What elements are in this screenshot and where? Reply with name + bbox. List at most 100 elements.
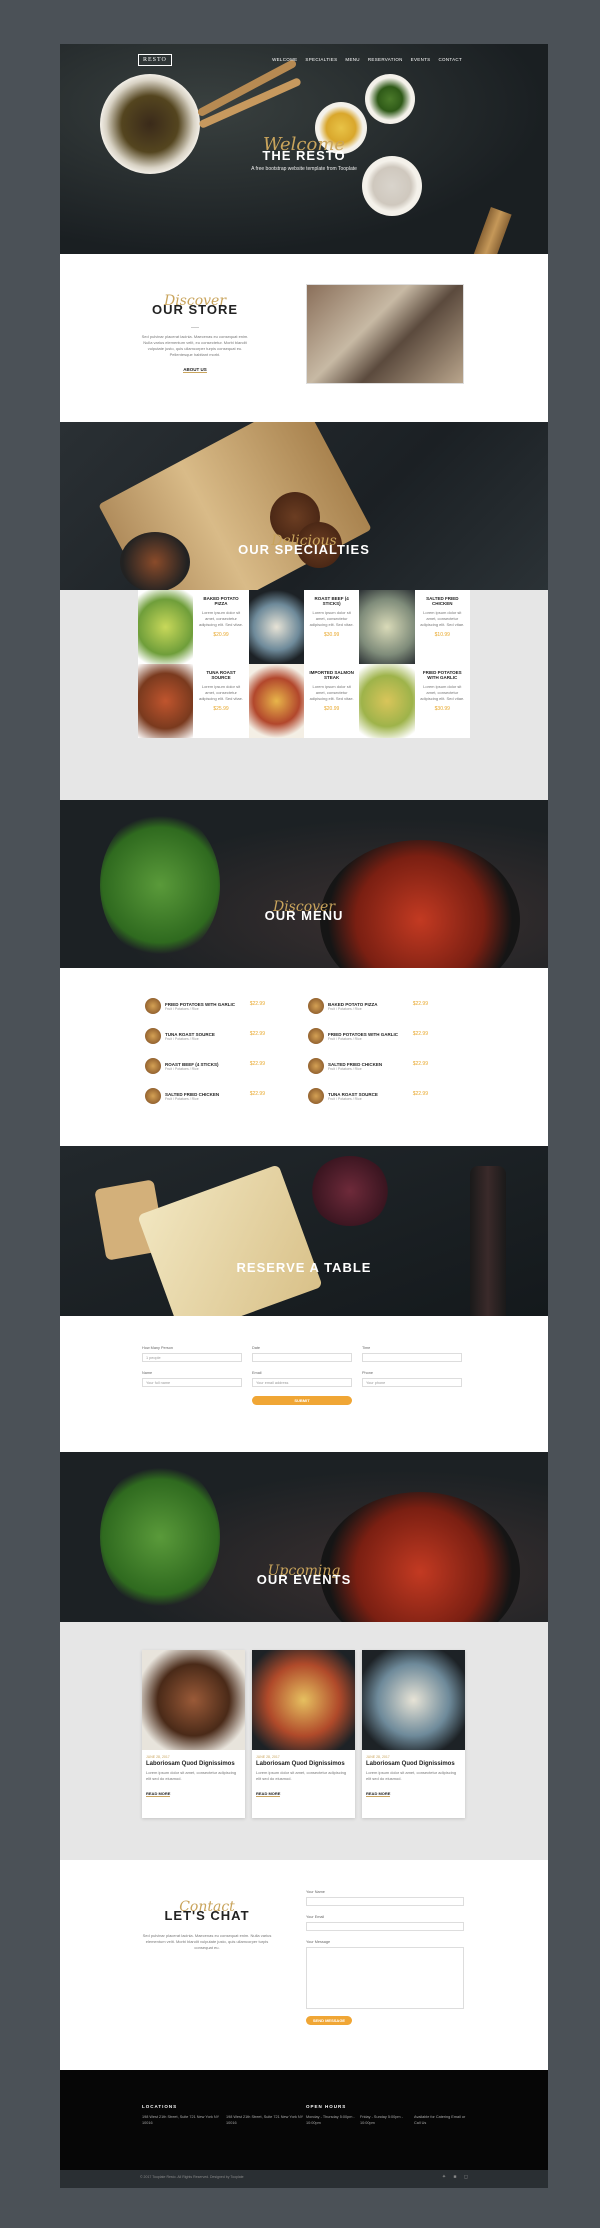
event-photo [142,1650,245,1750]
hero-section: RESTO WELCOME SPECIALTIES MENU RESERVATI… [60,44,548,254]
read-more-link[interactable]: READ MORE [146,1791,171,1797]
hours-weekday: Monday - Thursday 5:00pm - 10:00pm [306,2115,355,2126]
event-card: JUNE 28, 2017 Laboriosam Quod Dignissimo… [252,1650,355,1818]
specialties-heading: Delicious OUR SPECIALTIES [180,534,428,557]
menu-thumb [308,1028,324,1044]
time-input[interactable] [362,1353,462,1362]
twitter-icon[interactable]: ✦ [442,2174,446,2180]
menu-item-price: $22.99 [412,1091,428,1097]
menu-item-sub: Fruit / Potatoes / Rice [328,1036,362,1041]
contact-intro: Contact LET'S CHAT Sed pulvinar placerat… [142,1900,272,1951]
specialty-card: IMPORTED SALMON STEAK Lorem ipsum dolor s… [303,664,360,738]
contact-email-input[interactable] [306,1922,464,1931]
reserve-hero: RESERVE A TABLE [60,1146,548,1316]
store-text: Sed pulvinar placerat lacinia. Maecenas … [141,334,249,357]
footer: LOCATIONS 198 West 21th Street, Suite 72… [60,2070,548,2170]
pepper-grinder [470,207,512,254]
menu-item-sub: Fruit / Potatoes / Rice [165,1006,199,1011]
phone-input[interactable]: Your phone [362,1378,462,1387]
date-input[interactable] [252,1353,352,1362]
contact-email-label: Your Email [306,1915,325,1919]
nav-item-menu[interactable]: MENU [345,57,359,62]
contact-section: Contact LET'S CHAT Sed pulvinar placerat… [60,1860,548,2070]
name-label: Name [142,1371,153,1375]
event-text: Lorem ipsum dolor sit amet, consectetur … [146,1770,237,1781]
contact-name-input[interactable] [306,1897,464,1906]
store-title: OUR STORE [151,302,239,317]
specialty-desc: Lorem ipsum dolor sit amet, consectetur … [198,610,243,627]
menu-item-price: $22.99 [249,1031,265,1037]
event-title: Laboriosam Quod Dignissimos [146,1761,235,1767]
specialty-name: IMPORTED SALMON STEAK [309,670,354,680]
menu-thumb [145,1028,161,1044]
read-more-link[interactable]: READ MORE [366,1791,391,1797]
nav-item-specialties[interactable]: SPECIALTIES [305,57,337,62]
phone-label: Phone [362,1371,373,1375]
menu-item-price: $22.99 [412,1001,428,1007]
hero-subtitle: A free bootstrap website template from T… [251,166,357,172]
event-card: JUNE 28, 2017 Laboriosam Quod Dignissimo… [142,1650,245,1818]
specialty-price: $10.99 [434,632,450,638]
page-frame: RESTO WELCOME SPECIALTIES MENU RESERVATI… [60,44,548,2188]
menu-thumb [308,1088,324,1104]
about-us-link[interactable]: ABOUT US [183,367,207,373]
specialty-price: $30.99 [324,632,340,638]
specialty-price: $20.99 [213,632,229,638]
event-photo [362,1650,465,1750]
menu-item-name: FRIED POTATOES WITH GARLIC [165,1001,235,1007]
nav-item-reservation[interactable]: RESERVATION [368,57,403,62]
specialties-grid: BAKED POTATO PIZZA Lorem ipsum dolor sit … [138,590,470,738]
menu-item: SALTED FRIED CHICKEN Fruit / Potatoes / R… [308,1058,428,1074]
navbar: RESTO WELCOME SPECIALTIES MENU RESERVATI… [60,54,548,70]
food-photo [359,664,415,738]
facebook-icon[interactable]: ■ [453,2174,456,2180]
contact-text: Sed pulvinar placerat lacinia. Maecenas … [142,1933,272,1950]
specialty-name: TUNA ROAST SOURCE [206,670,236,680]
specialty-desc: Lorem ipsum dolor sit amet, consectetur … [309,684,354,701]
menu-item-name: SALTED FRIED CHICKEN [328,1061,383,1067]
menu-thumb [308,998,324,1014]
menu-item-name: BAKED POTATO PIZZA [328,1001,378,1007]
date-label: Date [252,1346,261,1350]
specialty-card: BAKED POTATO PIZZA Lorem ipsum dolor sit … [193,590,249,664]
contact-message-textarea[interactable] [306,1947,464,2009]
food-photo [248,664,304,738]
event-card: JUNE 28, 2017 Laboriosam Quod Dignissimo… [362,1650,465,1818]
submit-button[interactable]: SUBMIT [252,1396,352,1405]
event-date: JUNE 28, 2017 [146,1755,170,1759]
site-logo[interactable]: RESTO [138,54,172,66]
send-message-button[interactable]: SEND MESSAGE [306,2016,352,2025]
name-input[interactable]: Your full name [142,1378,242,1387]
hours-title: OPEN HOURS [306,2104,347,2109]
specialties-grid-section: BAKED POTATO PIZZA Lorem ipsum dolor sit … [60,590,548,800]
event-title: Laboriosam Quod Dignissimos [256,1761,345,1767]
food-photo [248,590,304,664]
email-input[interactable]: Your email address [252,1378,352,1387]
hero-title: THE RESTO [262,148,346,163]
people-select[interactable]: 1 people [142,1353,242,1362]
nav-item-welcome[interactable]: WELCOME [272,57,297,62]
grapes [310,1156,390,1226]
specialty-name: SALTED FRIED CHICKEN [426,596,459,606]
specialty-name: FRIED POTATOES WITH GARLIC [422,670,462,680]
reservation-form: How Many Person 1 people Date Time Name … [60,1316,548,1452]
menu-thumb [145,1058,161,1074]
nav-item-events[interactable]: EVENTS [411,57,431,62]
catering-note: Available for Catering Email or Call Us [414,2115,466,2126]
specialty-desc: Lorem ipsum dolor sit amet, consectetur … [309,610,354,627]
event-date: JUNE 28, 2017 [256,1755,280,1759]
instagram-icon[interactable]: ◻ [464,2174,468,2180]
menu-item-price: $22.99 [249,1091,265,1097]
event-text: Lorem ipsum dolor sit amet, consectetur … [366,1770,457,1781]
nav-item-contact[interactable]: CONTACT [438,57,462,62]
events-heading: Upcoming OUR EVENTS [200,1564,408,1587]
menu-item-sub: Fruit / Potatoes / Rice [328,1096,362,1101]
greens [100,810,220,960]
menu-item-sub: Fruit / Potatoes / Rice [328,1066,362,1071]
read-more-link[interactable]: READ MORE [256,1791,281,1797]
menu-item-name: TUNA ROAST SOURCE [328,1091,378,1097]
specialty-desc: Lorem ipsum dolor sit amet, consectetur … [420,610,465,627]
tomato-pan [320,1492,520,1622]
store-photo [306,284,464,384]
hours-weekend: Friday - Sunday 5:00pm - 10:00pm [360,2115,403,2126]
